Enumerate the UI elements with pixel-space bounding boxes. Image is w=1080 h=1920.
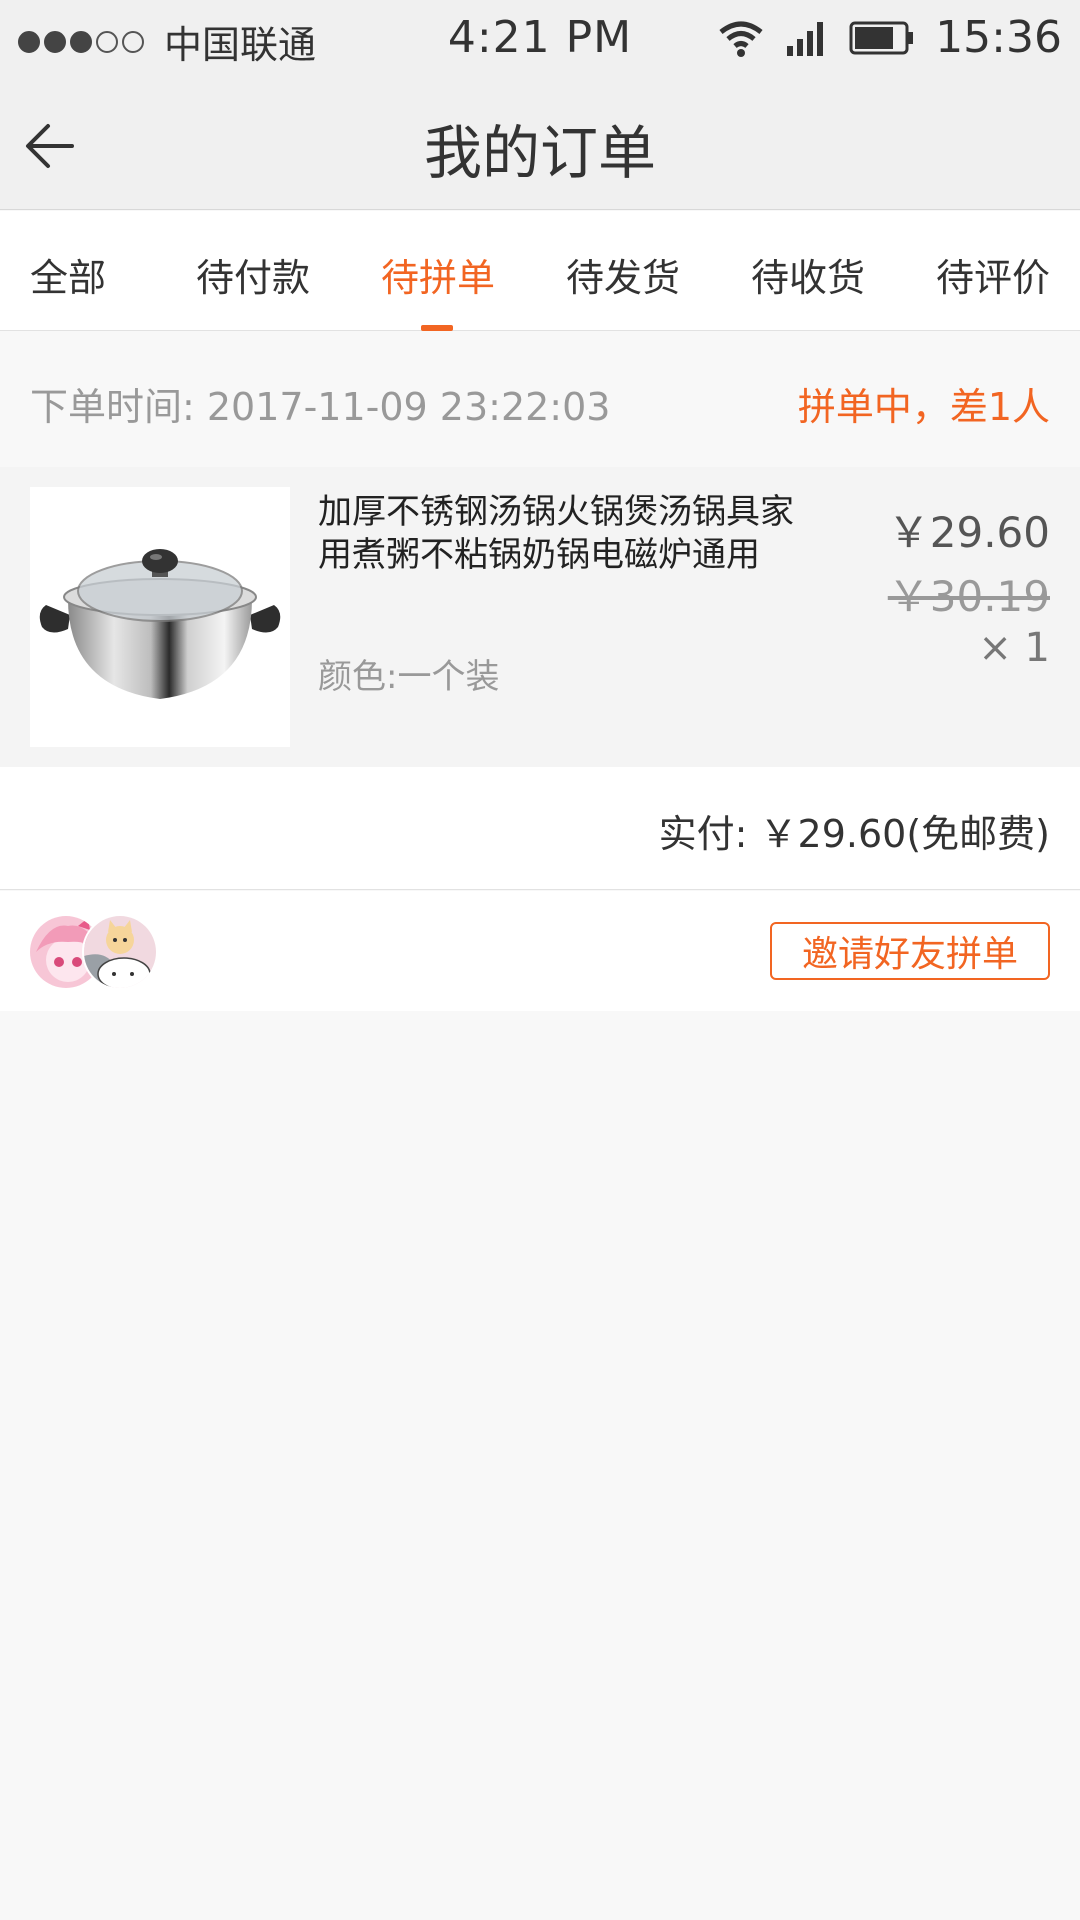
payment-row: 实付: ￥29.60(免邮费) <box>0 767 1080 890</box>
status-clock: 15:36 <box>935 12 1062 63</box>
tab-pending-review[interactable]: 待评价 <box>936 247 1050 302</box>
product-price: ￥29.60 <box>887 508 1050 557</box>
tab-pending-payment[interactable]: 待付款 <box>196 247 310 302</box>
order-status: 拼单中，差1人 <box>797 385 1050 429</box>
group-members-row: 邀请好友拼单 <box>0 891 1080 1011</box>
tab-pending-group[interactable]: 待拼单 <box>381 247 495 302</box>
active-tab-indicator <box>421 325 453 331</box>
product-image[interactable] <box>30 487 290 747</box>
nav-header: 我的订单 <box>0 80 1080 210</box>
invite-friends-button[interactable]: 邀请好友拼单 <box>770 922 1050 980</box>
order-header: 下单时间: 2017-11-09 23:22:03 拼单中，差1人 <box>0 332 1080 467</box>
status-bar: 中国联通 4:21 PM 15:36 <box>0 0 1080 80</box>
order-time: 下单时间: 2017-11-09 23:22:03 <box>30 385 611 429</box>
payment-total: 实付: ￥29.60(免邮费) <box>658 812 1050 856</box>
product-original-price: ￥30.19 <box>887 572 1050 621</box>
product-item[interactable]: 加厚不锈钢汤锅火锅煲汤锅具家用煮粥不粘锅奶锅电磁炉通用 颜色:一个装 ￥29.6… <box>0 467 1080 767</box>
wifi-icon <box>719 21 763 57</box>
product-spec: 颜色:一个装 <box>318 657 500 697</box>
tab-pending-shipment[interactable]: 待发货 <box>566 247 680 302</box>
pot-icon <box>30 487 290 747</box>
cellular-signal-icon <box>787 21 824 56</box>
product-quantity: × 1 <box>978 625 1050 671</box>
order-tabs: 全部 待付款 待拼单 待发货 待收货 待评价 <box>0 211 1080 331</box>
product-name: 加厚不锈钢汤锅火锅煲汤锅具家用煮粥不粘锅奶锅电磁炉通用 <box>318 492 794 575</box>
battery-icon <box>849 21 914 54</box>
status-right: 15:36 <box>717 12 1062 63</box>
page-title: 我的订单 <box>423 119 656 187</box>
avatar <box>82 914 158 990</box>
tab-all[interactable]: 全部 <box>30 247 106 302</box>
tab-pending-receipt[interactable]: 待收货 <box>751 247 865 302</box>
